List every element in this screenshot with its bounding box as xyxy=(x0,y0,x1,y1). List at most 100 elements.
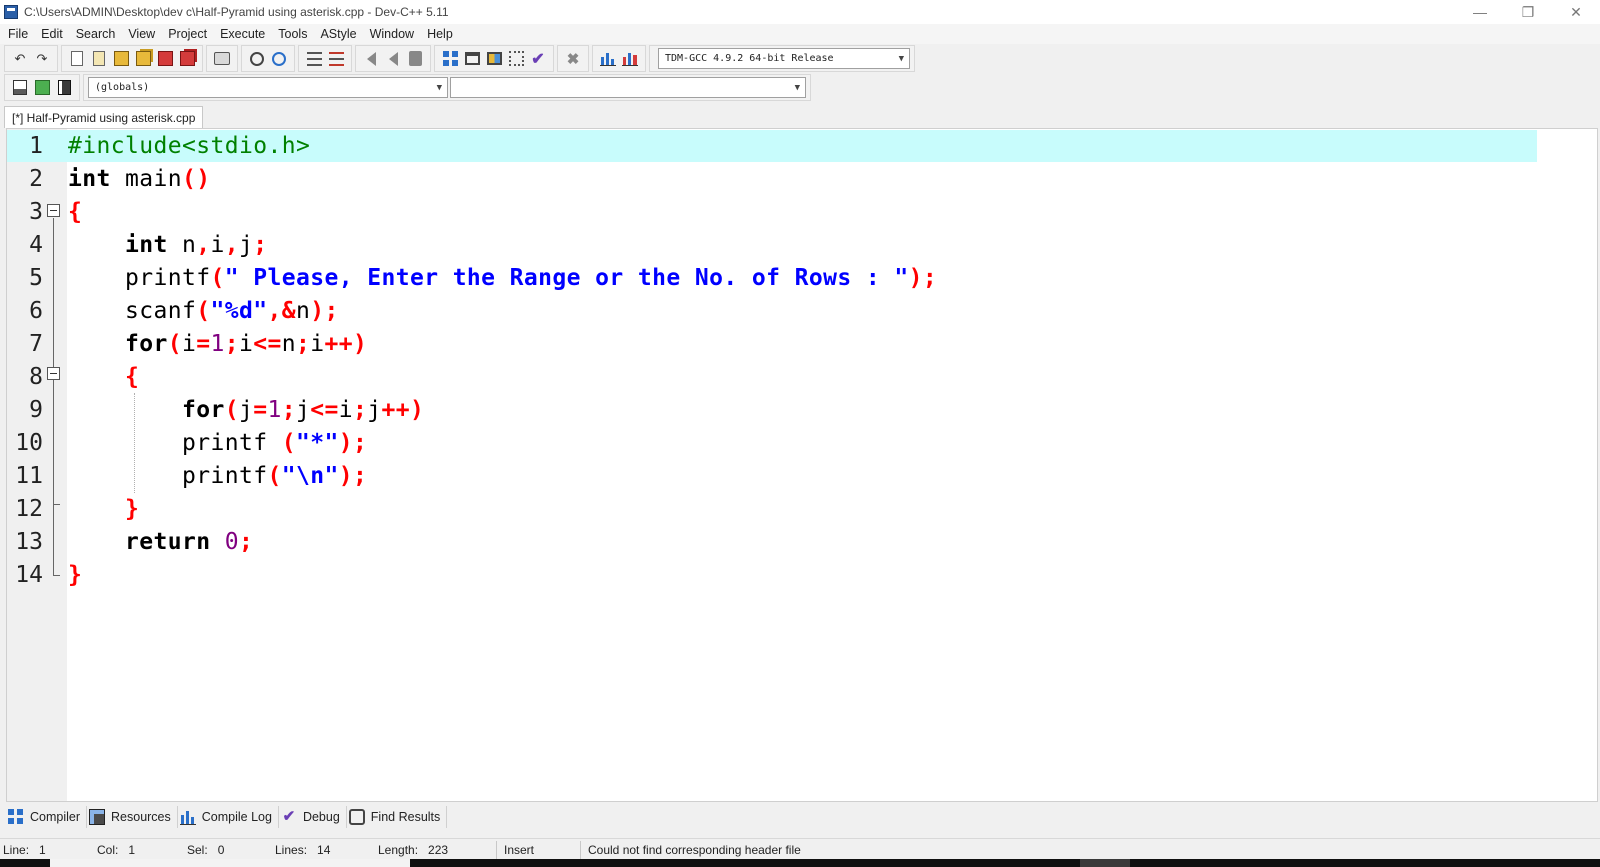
menu-view[interactable]: View xyxy=(122,27,162,41)
code-line[interactable]: 8 { xyxy=(7,361,1597,394)
compiler-select[interactable]: TDM-GCC 4.9.2 64-bit Release ▼ xyxy=(658,48,910,69)
menu-edit[interactable]: Edit xyxy=(35,27,70,41)
fold-collapse-icon[interactable] xyxy=(47,204,60,217)
fold-collapse-icon[interactable] xyxy=(47,367,60,380)
toggle-bookmark-icon[interactable] xyxy=(406,50,424,68)
compile-run-icon[interactable] xyxy=(485,50,503,68)
tab-half-pyramid-cpp[interactable]: [*] Half-Pyramid using asterisk.cpp xyxy=(4,106,204,128)
code-text: int main() xyxy=(68,163,211,196)
profile-analysis-icon[interactable] xyxy=(599,50,617,68)
tab-debug[interactable]: ✔ Debug xyxy=(279,806,347,828)
code-token: "\n" xyxy=(281,463,339,489)
code-line[interactable]: 7 for(i=1;i<=n;i++) xyxy=(7,328,1597,361)
restore-button[interactable]: ❐ xyxy=(1504,0,1552,24)
close-file-icon[interactable] xyxy=(156,50,174,68)
undo-redo-group: ↶ ↷ xyxy=(4,45,58,72)
code-token: , xyxy=(196,232,211,258)
find-results-icon xyxy=(348,809,365,825)
tab-resources-label: Resources xyxy=(111,810,171,824)
code-text: printf(" Please, Enter the Range or the … xyxy=(68,262,937,295)
indent-group xyxy=(298,45,352,72)
rebuild-all-icon[interactable] xyxy=(507,50,525,68)
code-line[interactable]: 6 scanf("%d",&n); xyxy=(7,295,1597,328)
status-length-label: Length: xyxy=(378,843,419,857)
line-number: 11 xyxy=(15,463,43,489)
compile-icon[interactable] xyxy=(441,50,459,68)
menu-window[interactable]: Window xyxy=(364,27,421,41)
code-line[interactable]: 12 } xyxy=(7,493,1597,526)
status-length-value: 223 xyxy=(428,843,449,857)
status-message: Could not find corresponding header file xyxy=(588,843,801,857)
save-all-icon[interactable] xyxy=(134,50,152,68)
print-icon[interactable] xyxy=(213,50,231,68)
run-icon[interactable] xyxy=(463,50,481,68)
code-token: printf xyxy=(68,430,282,456)
code-token: j xyxy=(239,232,254,258)
taskbar-search-box[interactable] xyxy=(50,859,410,867)
code-line[interactable]: 5 printf(" Please, Enter the Range or th… xyxy=(7,262,1597,295)
status-col: Col: 1 xyxy=(97,843,135,857)
code-line[interactable]: 4 int n,i,j; xyxy=(7,229,1597,262)
tab-resources[interactable]: Resources xyxy=(87,806,178,828)
redo-icon[interactable]: ↷ xyxy=(33,50,51,68)
menu-astyle[interactable]: AStyle xyxy=(314,27,363,41)
indent-icon[interactable] xyxy=(305,50,323,68)
minimize-button[interactable]: — xyxy=(1456,0,1504,24)
stop-execution-icon[interactable]: ✖ xyxy=(564,50,582,68)
taskbar-app-button[interactable] xyxy=(1080,859,1130,867)
fold-line xyxy=(53,218,54,576)
new-file-icon[interactable] xyxy=(68,50,86,68)
next-bookmark-icon[interactable] xyxy=(384,50,402,68)
menu-file[interactable]: File xyxy=(2,27,35,41)
menu-execute[interactable]: Execute xyxy=(214,27,272,41)
menu-bar: File Edit Search View Project Execute To… xyxy=(0,24,1600,44)
code-line[interactable]: 14} xyxy=(7,559,1597,592)
replace-icon[interactable] xyxy=(270,50,288,68)
open-file-icon[interactable] xyxy=(90,50,108,68)
tab-find-results[interactable]: Find Results xyxy=(347,806,448,828)
menu-project[interactable]: Project xyxy=(162,27,214,41)
editor-tab-strip: [*] Half-Pyramid using asterisk.cpp xyxy=(0,104,1600,128)
scope-select-value: (globals) xyxy=(95,82,150,93)
code-token: i xyxy=(182,331,197,357)
navigation-group xyxy=(355,45,431,72)
title-bar: C:\Users\ADMIN\Desktop\dev c\Half-Pyrami… xyxy=(0,0,1600,24)
code-token: int xyxy=(68,166,111,192)
project-options-icon[interactable] xyxy=(55,79,73,97)
status-divider xyxy=(496,841,497,859)
new-project-icon[interactable] xyxy=(11,79,29,97)
add-to-project-icon[interactable] xyxy=(33,79,51,97)
close-all-icon[interactable] xyxy=(178,50,196,68)
save-icon[interactable] xyxy=(112,50,130,68)
unindent-icon[interactable] xyxy=(327,50,345,68)
scope-select[interactable]: (globals) ▼ xyxy=(88,77,448,98)
line-number: 7 xyxy=(29,331,43,357)
menu-search[interactable]: Search xyxy=(70,27,123,41)
syntax-check-icon[interactable]: ✔ xyxy=(529,50,547,68)
code-editor[interactable]: 1 #include<stdio.h> 2 int main() 3{4 int n,i… xyxy=(6,128,1598,802)
code-token: "%d" xyxy=(210,298,268,324)
previous-bookmark-icon[interactable] xyxy=(362,50,380,68)
tab-compile-log[interactable]: Compile Log xyxy=(178,806,279,828)
code-line[interactable]: 11 printf("\n"); xyxy=(7,460,1597,493)
code-line[interactable]: 9 for(j=1;j<=i;j++) xyxy=(7,394,1597,427)
tab-find-results-label: Find Results xyxy=(370,810,441,824)
menu-tools[interactable]: Tools xyxy=(272,27,314,41)
code-line[interactable]: 2 int main() xyxy=(7,163,1597,196)
code-text: { xyxy=(68,361,139,394)
code-token: 1 xyxy=(267,397,282,423)
member-select[interactable]: ▼ xyxy=(450,77,806,98)
devcpp-app-icon[interactable] xyxy=(4,5,18,19)
close-window-button[interactable]: ✕ xyxy=(1552,0,1600,24)
undo-icon[interactable]: ↶ xyxy=(11,50,29,68)
code-token: ; xyxy=(238,529,254,555)
find-icon[interactable] xyxy=(248,50,266,68)
delete-profile-icon[interactable] xyxy=(621,50,639,68)
code-line[interactable]: 10 printf ("*"); xyxy=(7,427,1597,460)
tab-compiler[interactable]: Compiler xyxy=(6,806,88,828)
menu-help[interactable]: Help xyxy=(421,27,460,41)
code-line[interactable]: 1 #include<stdio.h> xyxy=(7,130,1597,163)
code-line[interactable]: 13 return 0; xyxy=(7,526,1597,559)
code-line[interactable]: 3{ xyxy=(7,196,1597,229)
